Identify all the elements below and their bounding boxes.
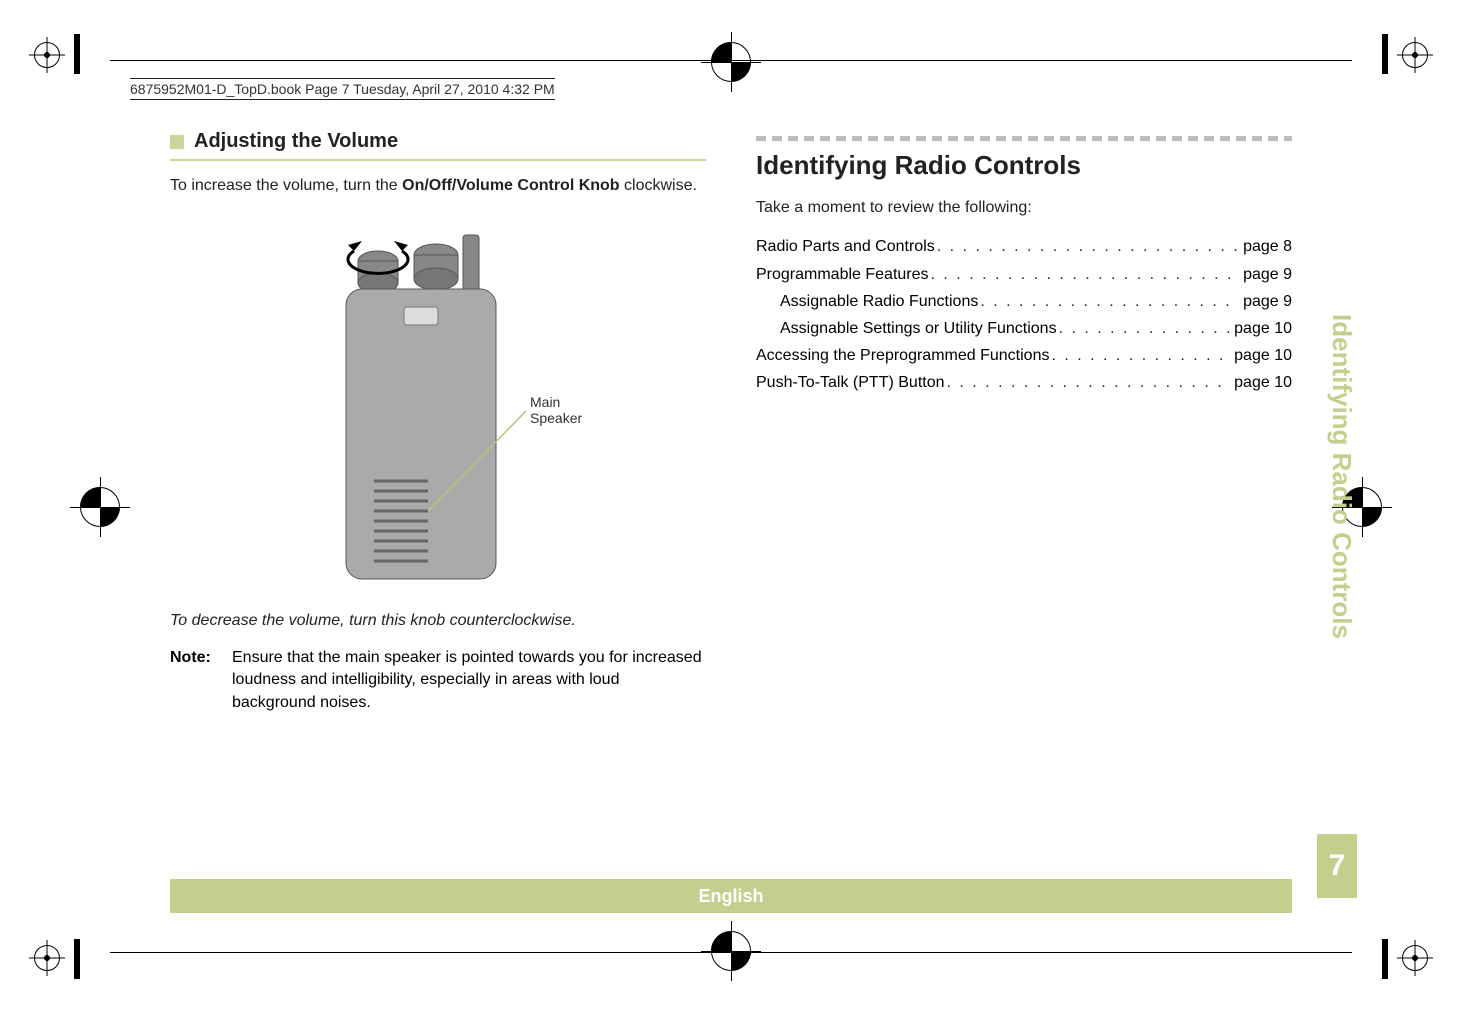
intro-suffix: clockwise. — [620, 177, 697, 194]
toc-label: Assignable Radio Functions — [780, 288, 978, 315]
toc-label: Push-To-Talk (PTT) Button — [756, 369, 945, 396]
figure-label-1: Main — [530, 394, 560, 410]
intro-bold: On/Off/Volume Control Knob — [402, 177, 619, 194]
toc-dots — [945, 369, 1231, 396]
toc-label: Radio Parts and Controls — [756, 233, 935, 260]
section-bullet-icon — [170, 135, 184, 149]
figure-label-2: Speaker — [530, 410, 582, 426]
side-tab: Identifying Radio Controls 7 — [1317, 110, 1357, 898]
toc-label: Programmable Features — [756, 261, 929, 288]
right-column: Identifying Radio Controls Take a moment… — [756, 130, 1292, 913]
intro-paragraph: To increase the volume, turn the On/Off/… — [170, 175, 706, 197]
toc-row: Accessing the Preprogrammed Functions pa… — [756, 342, 1292, 369]
language-label: English — [698, 886, 763, 907]
side-tab-page-number: 7 — [1317, 834, 1357, 898]
right-intro: Take a moment to review the following: — [756, 197, 1292, 219]
toc-page: page 9 — [1239, 288, 1292, 315]
toc-row: Programmable Features page 9 — [756, 261, 1292, 288]
toc-row: Radio Parts and Controls page 8 — [756, 233, 1292, 260]
toc-page: page 10 — [1230, 342, 1292, 369]
radio-figure: Main Speaker — [170, 211, 706, 596]
toc-dots — [978, 288, 1239, 315]
toc-page: page 9 — [1239, 261, 1292, 288]
toc-row: Assignable Settings or Utility Functions… — [756, 315, 1292, 342]
note-label: Note: — [170, 647, 222, 714]
print-header: 6875952M01-D_TopD.book Page 7 Tuesday, A… — [130, 78, 555, 100]
toc-page: page 10 — [1230, 315, 1292, 342]
dashed-rule — [756, 130, 1292, 144]
toc-dots — [1049, 342, 1230, 369]
intro-prefix: To increase the volume, turn the — [170, 177, 402, 194]
section-title: Adjusting the Volume — [194, 130, 398, 153]
toc-row: Push-To-Talk (PTT) Button page 10 — [756, 369, 1292, 396]
toc-dots — [1057, 315, 1231, 342]
section-underline — [170, 159, 706, 161]
note-text: Ensure that the main speaker is pointed … — [232, 647, 706, 714]
main-heading: Identifying Radio Controls — [756, 150, 1292, 181]
note-block: Note: Ensure that the main speaker is po… — [170, 647, 706, 714]
toc-label: Assignable Settings or Utility Functions — [780, 315, 1057, 342]
toc-label: Accessing the Preprogrammed Functions — [756, 342, 1049, 369]
toc-page: page 10 — [1230, 369, 1292, 396]
toc-dots — [935, 233, 1239, 260]
toc-row: Assignable Radio Functions page 9 — [756, 288, 1292, 315]
decrease-text: To decrease the volume, turn this knob c… — [170, 610, 706, 632]
toc-page: page 8 — [1239, 233, 1292, 260]
side-tab-label: Identifying Radio Controls — [1317, 110, 1357, 834]
page-content: Adjusting the Volume To increase the vol… — [170, 130, 1292, 913]
section-title-row: Adjusting the Volume — [170, 130, 706, 153]
table-of-contents: Radio Parts and Controls page 8 Programm… — [756, 233, 1292, 396]
language-bar: English — [170, 879, 1292, 913]
toc-dots — [929, 261, 1240, 288]
left-column: Adjusting the Volume To increase the vol… — [170, 130, 706, 913]
